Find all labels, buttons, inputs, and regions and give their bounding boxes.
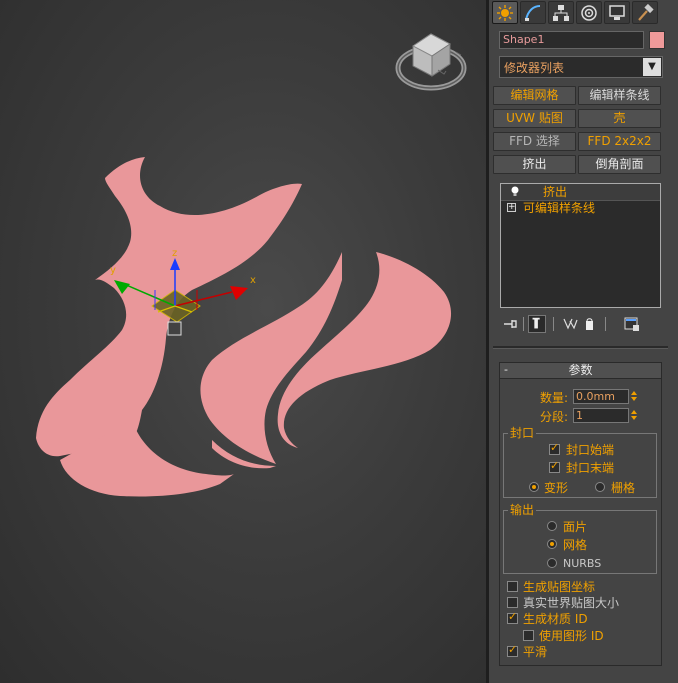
remove-modifier-icon[interactable]: [581, 315, 599, 333]
patch-label: 面片: [563, 520, 588, 534]
cap-end-checkbox[interactable]: [549, 459, 560, 473]
configure-modifier-sets-icon[interactable]: [623, 315, 641, 333]
tab-hierarchy[interactable]: [548, 1, 574, 24]
segments-spinner-arrows[interactable]: [630, 408, 639, 423]
hierarchy-icon: [553, 4, 569, 21]
motion-icon: [581, 4, 597, 21]
modifier-stack[interactable]: 挤出 + 可编辑样条线: [500, 183, 661, 308]
uvw-map-button[interactable]: UVW 贴图: [493, 109, 576, 128]
viewcube[interactable]: [395, 33, 467, 91]
gen-mat-ids-label: 生成材质 ID: [523, 612, 588, 626]
capping-group: 封口 封口始端 封口末端 变形 栅格: [503, 425, 657, 498]
display-monitor-icon: [609, 4, 625, 20]
edit-mesh-button[interactable]: 编辑网格: [493, 86, 576, 105]
tab-create[interactable]: [492, 1, 518, 24]
tab-display[interactable]: [604, 1, 630, 24]
ffd-2x2x2-button[interactable]: FFD 2x2x2: [578, 132, 661, 151]
smooth-checkbox[interactable]: [507, 643, 518, 657]
tab-motion[interactable]: [576, 1, 602, 24]
amount-spinner-arrows[interactable]: [630, 389, 639, 404]
rollout-header[interactable]: - 参数: [500, 363, 661, 379]
extrude-button[interactable]: 挤出: [493, 155, 576, 174]
lightbulb-icon[interactable]: [510, 186, 520, 197]
command-panel: Shape1 修改器列表 ▼ 编辑网格 编辑样条线 UVW 贴图 壳 FFD 选…: [489, 0, 678, 683]
real-world-map-label: 真实世界贴图大小: [523, 596, 620, 610]
segments-label: 分段:: [540, 410, 569, 424]
chevron-down-icon[interactable]: ▼: [643, 58, 661, 76]
use-shape-ids-label: 使用图形 ID: [539, 629, 604, 643]
gen-mat-ids-checkbox[interactable]: [507, 610, 518, 624]
rollout-title: 参数: [568, 363, 593, 377]
patch-radio[interactable]: [547, 521, 557, 531]
bevel-profile-button[interactable]: 倒角剖面: [578, 155, 661, 174]
flame-shape[interactable]: [36, 157, 452, 497]
parameters-rollout: - 参数 数量: 0.0mm 分段: 1 封口 封口始端 封口末端 变形 栅格 …: [499, 362, 662, 666]
output-group: 输出 面片 网格 NURBS: [503, 502, 657, 574]
nurbs-label: NURBS: [563, 557, 602, 570]
stack-item-extrude[interactable]: 挤出: [501, 184, 660, 201]
capping-group-title: 封口: [508, 425, 537, 441]
gen-map-coords-checkbox[interactable]: [507, 581, 518, 592]
mesh-radio[interactable]: [547, 539, 557, 549]
gizmo-x-label: x: [250, 275, 256, 286]
perspective-viewport[interactable]: x y z: [0, 0, 486, 683]
mesh-label: 网格: [563, 538, 588, 552]
utilities-hammer-icon: [638, 3, 654, 21]
amount-spinner-field[interactable]: 0.0mm: [573, 389, 629, 404]
gizmo-y-label: y: [110, 265, 116, 276]
morph-label: 变形: [544, 481, 569, 495]
use-shape-ids-checkbox[interactable]: [523, 630, 534, 641]
create-sun-icon: [497, 4, 513, 21]
viewport-scene[interactable]: x y z: [0, 0, 486, 683]
command-panel-tabs: [492, 1, 658, 25]
shell-button[interactable]: 壳: [578, 109, 661, 128]
gizmo-z-label: z: [172, 248, 177, 259]
object-name-field[interactable]: Shape1: [499, 31, 644, 49]
cap-start-checkbox[interactable]: [549, 441, 560, 455]
tab-modify[interactable]: [520, 1, 546, 24]
segments-spinner-field[interactable]: 1: [573, 408, 629, 423]
make-unique-icon[interactable]: [561, 315, 579, 333]
ffd-select-button[interactable]: FFD 选择: [493, 132, 576, 151]
grid-radio[interactable]: [595, 482, 605, 492]
expand-plus-icon[interactable]: +: [507, 203, 516, 212]
edit-spline-button[interactable]: 编辑样条线: [578, 86, 661, 105]
nurbs-radio[interactable]: [547, 558, 557, 568]
object-color-swatch[interactable]: [649, 31, 665, 49]
grid-label: 栅格: [611, 481, 636, 495]
show-end-result-icon: [532, 317, 540, 329]
tab-utilities[interactable]: [632, 1, 658, 24]
modifier-list-label: 修改器列表: [504, 61, 565, 75]
output-group-title: 输出: [508, 502, 537, 518]
stack-toolbar: [501, 315, 666, 335]
modifier-list-dropdown[interactable]: 修改器列表 ▼: [499, 56, 663, 78]
cap-start-label: 封口始端: [566, 443, 615, 457]
cap-end-label: 封口末端: [566, 461, 615, 475]
pin-stack-icon[interactable]: [501, 315, 519, 333]
show-end-result-button[interactable]: [528, 315, 546, 333]
panel-separator: [493, 346, 668, 349]
stack-item-label: 挤出: [543, 185, 568, 199]
gen-map-coords-label: 生成贴图坐标: [523, 580, 596, 594]
morph-radio[interactable]: [529, 482, 539, 492]
smooth-label: 平滑: [523, 645, 548, 659]
stack-item-editable-spline[interactable]: + 可编辑样条线: [501, 200, 660, 216]
real-world-map-checkbox[interactable]: [507, 597, 518, 608]
amount-label: 数量:: [540, 391, 569, 405]
stack-item-label: 可编辑样条线: [523, 201, 596, 215]
modify-curve-icon: [525, 4, 541, 21]
